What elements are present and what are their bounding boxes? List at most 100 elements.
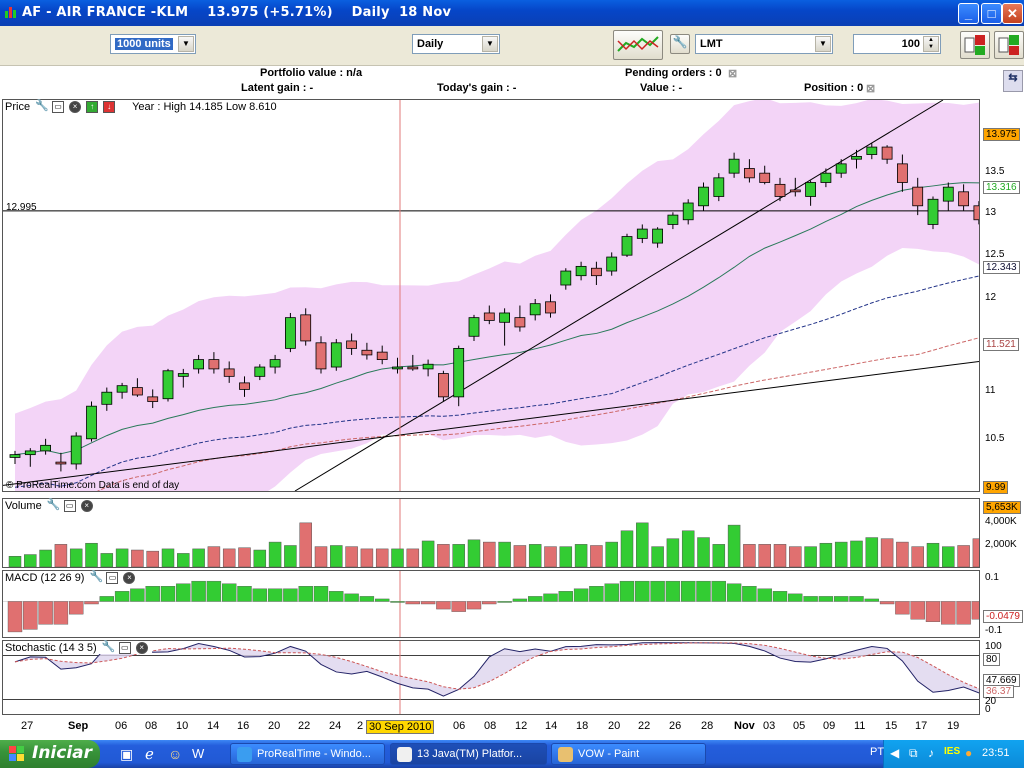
- window-icon[interactable]: ▭: [52, 101, 65, 113]
- buy-button[interactable]: [960, 31, 990, 59]
- wrench-icon[interactable]: 🔧: [46, 500, 60, 512]
- close-icon[interactable]: ×: [80, 500, 93, 512]
- close-icon[interactable]: ⊠: [866, 82, 875, 95]
- macd-bar: [895, 601, 910, 615]
- tray-chevron-icon[interactable]: ◀: [890, 746, 899, 760]
- quantity-stepper[interactable]: 100 ▲ ▼: [853, 34, 941, 54]
- close-icon[interactable]: ×: [69, 101, 82, 113]
- volume-bar: [605, 541, 618, 567]
- indicators-button[interactable]: [613, 30, 663, 60]
- x-tick-label: 11: [854, 720, 866, 732]
- start-button[interactable]: Iniciar: [0, 740, 100, 768]
- chevron-down-icon[interactable]: ▼: [178, 36, 194, 52]
- candle-down: [223, 368, 235, 377]
- macd-bar: [53, 601, 69, 625]
- todays-gain: Today's gain : -: [437, 82, 517, 94]
- macd-bar: [283, 588, 298, 602]
- ies-icon[interactable]: IES: [944, 746, 960, 757]
- volume-bar: [880, 538, 894, 567]
- volume-bar: [177, 553, 190, 567]
- candle-down: [912, 186, 924, 207]
- show-desktop-icon[interactable]: ▣: [120, 746, 133, 763]
- window-icon[interactable]: ▭: [118, 642, 131, 654]
- chevron-down-icon[interactable]: ▼: [815, 36, 831, 52]
- panel-toggle-icon[interactable]: ⇆: [1003, 70, 1023, 92]
- volume-chart[interactable]: [3, 499, 979, 567]
- order-type-select[interactable]: LMT ▼: [695, 34, 833, 54]
- macd-bar: [543, 593, 558, 602]
- buy-order-icon: [964, 35, 985, 55]
- macd-bar: [298, 586, 313, 602]
- candle-up: [86, 405, 97, 440]
- ma-short-badge: 13.316: [983, 181, 1020, 194]
- y-tick: 100: [985, 641, 1002, 652]
- candle-up: [9, 454, 21, 458]
- units-select[interactable]: 1000 units ▼: [110, 34, 196, 54]
- language-indicator[interactable]: PT: [870, 746, 884, 758]
- task-prorealtime[interactable]: ProRealTime - Windo...: [230, 743, 385, 765]
- maximize-button[interactable]: □: [981, 3, 1002, 24]
- x-tick-label: 19: [947, 720, 960, 732]
- wrench-icon[interactable]: 🔧: [89, 572, 103, 584]
- x-tick-label: 12: [515, 720, 528, 732]
- macd-chart[interactable]: [3, 571, 979, 637]
- antivirus-icon[interactable]: ●: [965, 746, 972, 760]
- y-tick: 13.5: [985, 166, 1005, 177]
- task-paint[interactable]: VOW - Paint: [551, 743, 706, 765]
- candle-up: [667, 214, 679, 225]
- volume-bar: [452, 544, 465, 567]
- volume-icon[interactable]: ♪: [928, 746, 934, 760]
- macd-bar: [497, 601, 512, 603]
- arrow-up-icon[interactable]: ↑: [86, 101, 99, 113]
- price-chart[interactable]: [3, 100, 979, 491]
- macd-bar: [573, 588, 589, 602]
- network-icon[interactable]: ⧉: [909, 746, 918, 761]
- period-select[interactable]: Daily ▼: [412, 34, 500, 54]
- candle-up: [866, 146, 878, 155]
- word-icon[interactable]: W: [192, 746, 204, 761]
- portfolio-value: Portfolio value : n/a: [260, 67, 363, 79]
- x-tick-label: 05: [793, 720, 806, 732]
- close-icon[interactable]: ×: [123, 572, 136, 584]
- candle-down: [361, 349, 373, 356]
- candle-up: [70, 435, 82, 465]
- volume-bar: [957, 545, 970, 567]
- candle-down: [759, 172, 771, 183]
- volume-bar: [926, 542, 940, 567]
- close-button[interactable]: ✕: [1002, 3, 1023, 24]
- candle-up: [422, 363, 434, 370]
- window-icon[interactable]: ▭: [63, 500, 76, 512]
- wrench-icon[interactable]: 🔧: [101, 642, 115, 654]
- x-tick-label: 03: [763, 720, 776, 732]
- wrench-icon[interactable]: 🔧: [670, 34, 690, 54]
- close-icon[interactable]: ×: [135, 642, 148, 654]
- close-icon[interactable]: ⊠: [728, 67, 737, 80]
- internet-explorer-icon[interactable]: ℯ: [145, 745, 154, 763]
- window-icon[interactable]: ▭: [106, 572, 119, 584]
- x-tick-label: 08: [484, 720, 497, 732]
- candle-up: [851, 155, 862, 160]
- messenger-icon[interactable]: ☺: [168, 746, 182, 762]
- volume-bar: [620, 530, 634, 567]
- arrow-down-icon[interactable]: ↓: [103, 101, 116, 113]
- volume-bar: [483, 541, 496, 567]
- ma-mid-badge: 12.343: [983, 261, 1020, 274]
- minimize-button[interactable]: _: [958, 3, 979, 24]
- x-tick-label: 14: [545, 720, 558, 732]
- candle-down: [789, 189, 801, 193]
- ma-long-badge: 11.521: [983, 338, 1019, 351]
- volume-bar: [758, 544, 771, 567]
- macd-bar: [160, 586, 176, 602]
- volume-bar: [865, 537, 879, 567]
- x-tick-label: 06: [115, 720, 128, 732]
- candle-up: [713, 177, 725, 197]
- volume-bar: [697, 537, 710, 567]
- macd-bar: [206, 580, 222, 602]
- wrench-icon[interactable]: 🔧: [35, 101, 49, 113]
- task-java[interactable]: 13 Java(TM) Platfor...: [390, 743, 547, 765]
- sell-button[interactable]: [994, 31, 1024, 59]
- macd-bar: [344, 593, 359, 602]
- macd-bar: [589, 586, 604, 602]
- chevron-down-icon[interactable]: ▼: [482, 36, 498, 52]
- stepper-arrows-icon[interactable]: ▲ ▼: [923, 36, 939, 52]
